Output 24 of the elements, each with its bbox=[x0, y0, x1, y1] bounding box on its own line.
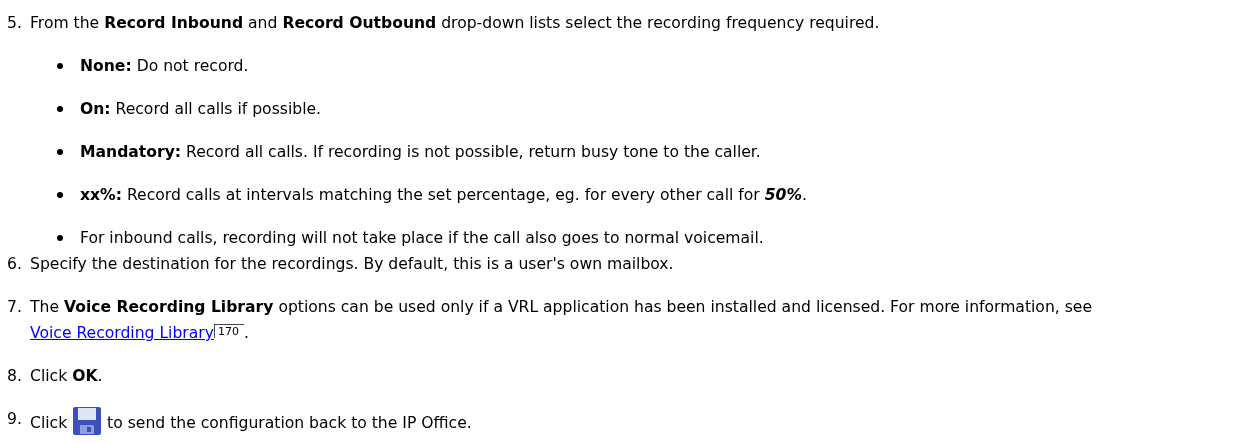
link[interactable]: Voice Recording Library bbox=[30, 324, 214, 342]
step-text: to send the configuration back to the IP Office. bbox=[107, 414, 472, 432]
step-number: 5. bbox=[7, 13, 23, 34]
bullet-text: xx%: Record calls at intervals matching the set percentage, eg. for every other call for 50%. bbox=[80, 185, 807, 206]
bullet bbox=[57, 192, 63, 198]
step-text: Click OK. bbox=[30, 367, 103, 385]
bullet bbox=[57, 149, 63, 155]
bullet-text: None: Do not record. bbox=[80, 56, 249, 77]
bullet-text: On: Record all calls if possible. bbox=[80, 99, 322, 120]
step-text: Specify the destination for the recordings. By default, this is a user's own mailbox. bbox=[30, 255, 674, 273]
bullet-text: For inbound calls, recording will not take place if the call also goes to normal voicemail. bbox=[80, 228, 764, 249]
step-number: 7. bbox=[7, 297, 23, 318]
page-reference: 170 bbox=[213, 324, 244, 338]
step-text: The Voice Recording Library options can be used only if a VRL application has been installed and licensed. For more information, see bbox=[30, 298, 1093, 316]
bullet bbox=[57, 63, 63, 69]
step-number: 9. bbox=[7, 409, 23, 430]
bullet bbox=[57, 235, 63, 241]
bullet bbox=[57, 106, 63, 112]
step-text: From the Record Inbound and Record Outbound drop-down lists select the recording frequency required. bbox=[30, 14, 880, 32]
step-number: 6. bbox=[7, 254, 23, 275]
step-text: Click bbox=[30, 414, 68, 432]
step-text: . bbox=[243, 324, 249, 342]
step-number: 8. bbox=[7, 366, 23, 387]
bullet-text: Mandatory: Record all calls. If recording is not possible, return busy tone to the caller. bbox=[80, 142, 761, 163]
